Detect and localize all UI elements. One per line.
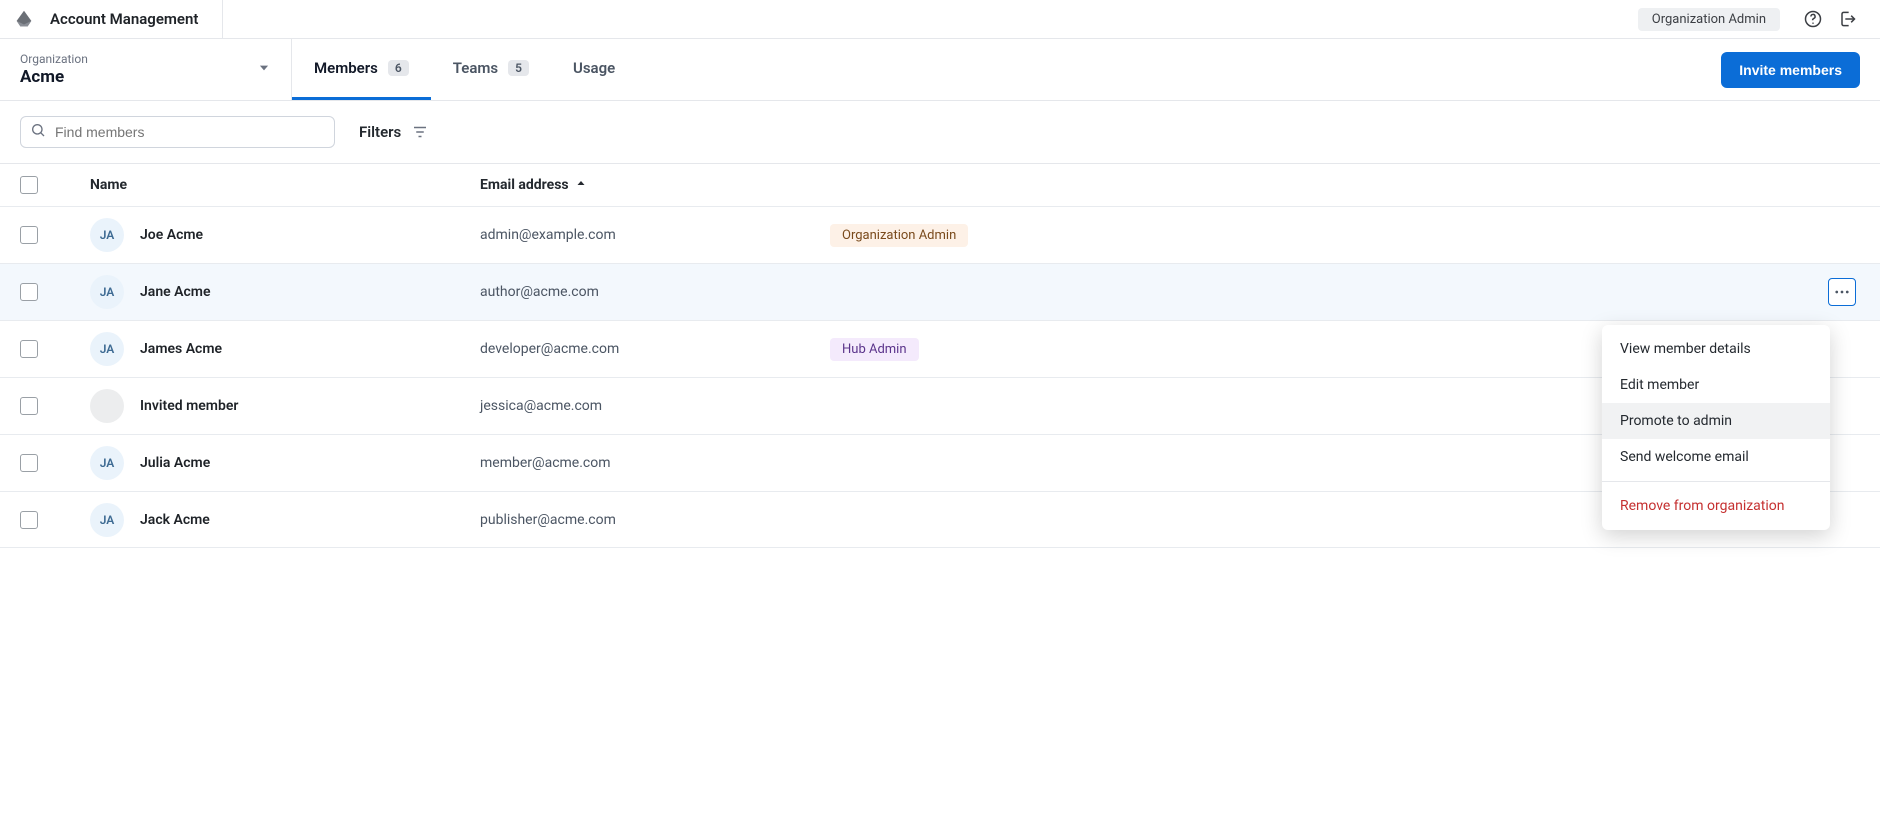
tab-usage-label: Usage (573, 59, 615, 77)
user-role-pill: Organization Admin (1638, 8, 1780, 31)
organization-selector[interactable]: Organization Acme (0, 39, 292, 100)
avatar: JA (90, 218, 124, 252)
row-checkbox[interactable] (20, 283, 38, 301)
avatar: JA (90, 446, 124, 480)
help-icon[interactable] (1796, 2, 1830, 36)
row-checkbox[interactable] (20, 454, 38, 472)
filters-button[interactable]: Filters (359, 123, 429, 141)
row-checkbox[interactable] (20, 511, 38, 529)
member-name: Jack Acme (140, 512, 210, 528)
brand-area: Account Management (0, 0, 223, 38)
member-name: Jane Acme (140, 284, 211, 300)
caret-down-icon (257, 61, 271, 79)
avatar: JA (90, 275, 124, 309)
table-header: Name Email address (0, 164, 1880, 206)
tab-teams[interactable]: Teams 5 (431, 39, 551, 100)
row-context-menu: View member details Edit member Promote … (1602, 325, 1830, 530)
brand-logo-icon (12, 7, 36, 31)
member-name: Joe Acme (140, 227, 203, 243)
menu-view-member[interactable]: View member details (1602, 331, 1830, 367)
member-name: Julia Acme (140, 455, 210, 471)
member-email: jessica@acme.com (480, 398, 830, 414)
member-email: author@acme.com (480, 284, 830, 300)
member-email: member@acme.com (480, 455, 830, 471)
role-badge: Hub Admin (830, 338, 919, 361)
search-icon (30, 122, 46, 142)
organization-name: Acme (20, 67, 88, 87)
tab-teams-label: Teams (453, 59, 498, 77)
tab-teams-count: 5 (508, 60, 529, 76)
avatar: JA (90, 332, 124, 366)
row-checkbox[interactable] (20, 397, 38, 415)
members-table: Name Email address JA Joe Acme admin@exa… (0, 164, 1880, 548)
filter-bar: Filters (0, 101, 1880, 164)
tab-members[interactable]: Members 6 (292, 39, 431, 100)
search-wrap (20, 116, 335, 148)
table-row[interactable]: JA Julia Acme member@acme.com (0, 434, 1880, 491)
menu-promote-admin[interactable]: Promote to admin (1602, 403, 1830, 439)
column-email[interactable]: Email address (480, 177, 830, 193)
filters-label: Filters (359, 123, 401, 141)
avatar: JA (90, 503, 124, 537)
tab-usage[interactable]: Usage (551, 39, 637, 100)
filter-icon (411, 123, 429, 141)
table-row[interactable]: Invited member jessica@acme.com (0, 377, 1880, 434)
role-badge: Organization Admin (830, 224, 968, 247)
table-row[interactable]: JA Jack Acme publisher@acme.com (0, 491, 1880, 548)
member-name: James Acme (140, 341, 222, 357)
column-name[interactable]: Name (80, 177, 480, 193)
row-checkbox[interactable] (20, 226, 38, 244)
member-email: publisher@acme.com (480, 512, 830, 528)
sub-header: Organization Acme Members 6 Teams 5 Usag… (0, 39, 1880, 101)
member-email: admin@example.com (480, 227, 830, 243)
tabs: Members 6 Teams 5 Usage (292, 39, 637, 100)
app-title: Account Management (50, 10, 198, 28)
more-horizontal-icon (1833, 283, 1851, 301)
menu-send-welcome[interactable]: Send welcome email (1602, 439, 1830, 475)
table-row[interactable]: JA Jane Acme author@acme.com (0, 263, 1880, 320)
tab-members-label: Members (314, 59, 378, 77)
logout-icon[interactable] (1830, 2, 1864, 36)
search-input[interactable] (20, 116, 335, 148)
organization-label: Organization (20, 52, 88, 66)
tab-members-count: 6 (388, 60, 409, 76)
row-actions-button[interactable] (1828, 278, 1856, 306)
column-email-label: Email address (480, 177, 569, 193)
invite-members-button[interactable]: Invite members (1721, 52, 1860, 88)
avatar (90, 389, 124, 423)
select-all-checkbox[interactable] (20, 176, 38, 194)
table-row[interactable]: JA Joe Acme admin@example.com Organizati… (0, 206, 1880, 263)
member-email: developer@acme.com (480, 341, 830, 357)
member-name: Invited member (140, 398, 238, 414)
menu-edit-member[interactable]: Edit member (1602, 367, 1830, 403)
menu-divider (1602, 481, 1830, 482)
table-row[interactable]: JA James Acme developer@acme.com Hub Adm… (0, 320, 1880, 377)
sort-asc-icon (575, 177, 587, 193)
menu-remove-member[interactable]: Remove from organization (1602, 488, 1830, 524)
top-header: Account Management Organization Admin (0, 0, 1880, 39)
row-checkbox[interactable] (20, 340, 38, 358)
